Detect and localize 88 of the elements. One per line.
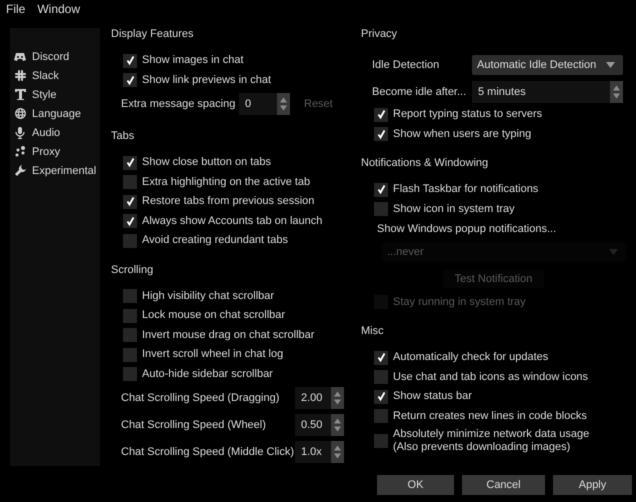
stepper-arrows[interactable]	[331, 414, 344, 436]
menu-item[interactable]: Window	[37, 2, 80, 16]
checkbox-label: Report typing status to servers	[393, 108, 542, 122]
checkbox-label: Automatically check for updates	[393, 351, 548, 364]
stepper-arrows[interactable]	[277, 92, 290, 114]
field-label: Become idle after...	[372, 86, 468, 98]
number-field[interactable]: 2.00	[295, 386, 331, 408]
caret-icon	[609, 249, 618, 255]
checkbox[interactable]	[374, 202, 388, 216]
checkbox-label: Invert mouse drag on chat scrollbar	[142, 328, 314, 342]
checkbox-label: High visibility chat scrollbar	[142, 290, 274, 303]
number-field[interactable]: 1.0x	[295, 440, 331, 462]
checkbox[interactable]	[123, 73, 137, 88]
checkbox-label: Auto-hide sidebar scrollbar	[142, 368, 273, 381]
checkbox-label: Show close button on tabs	[142, 156, 272, 170]
checkbox[interactable]	[123, 194, 137, 209]
checkbox[interactable]	[123, 175, 137, 190]
microphone-icon	[15, 126, 25, 138]
dots-icon	[14, 146, 26, 157]
checkbox[interactable]	[123, 54, 137, 68]
section-title: Display Features	[111, 27, 195, 42]
field-label: Chat Scrolling Speed (Middle Click)	[121, 446, 295, 458]
field-label: Extra message spacing	[121, 98, 236, 110]
section-title: Scrolling	[111, 262, 154, 278]
checkbox[interactable]	[374, 108, 388, 122]
checkbox-label: Return creates new lines in code blocks	[393, 410, 587, 423]
letter-t-icon	[14, 89, 26, 100]
checkbox[interactable]	[374, 350, 388, 365]
checkbox[interactable]	[123, 308, 137, 323]
number-field[interactable]: 0	[239, 92, 277, 114]
sidebar-item[interactable]: Proxy	[32, 146, 60, 158]
checkbox-label: Flash Taskbar for notifications	[393, 183, 538, 196]
checkbox-label: Absolutely minimize network data usage (Also prevents downloading images)	[393, 428, 590, 454]
field-label: Chat Scrolling Speed (Dragging)	[121, 392, 280, 404]
checkbox[interactable]	[374, 390, 388, 404]
checkbox-label: Show link previews in chat	[142, 74, 272, 87]
checkbox[interactable]	[123, 348, 137, 362]
checkbox[interactable]	[123, 328, 137, 342]
checkbox-label: Use chat and tab icons as window icons	[393, 370, 588, 384]
checkbox[interactable]	[374, 370, 388, 384]
caret-icon	[606, 62, 615, 68]
checkbox[interactable]	[374, 182, 388, 197]
checkbox-label: Lock mouse on chat scrollbar	[142, 309, 286, 322]
number-field[interactable]: 5 minutes	[472, 80, 610, 102]
field-label: Chat Scrolling Speed (Wheel)	[121, 418, 267, 430]
checkbox-label: Avoid creating redundant tabs	[142, 234, 288, 248]
checkbox-label: Show when users are typing	[393, 128, 532, 141]
checkbox[interactable]	[123, 289, 137, 304]
checkbox[interactable]	[374, 409, 388, 424]
controller-icon	[14, 52, 26, 62]
checkbox-label: Stay running in system tray	[393, 296, 526, 309]
stepper-arrows[interactable]	[610, 80, 623, 102]
sidebar-item[interactable]: Audio	[32, 126, 60, 138]
checkbox-label: Show icon in system tray	[393, 202, 515, 216]
section-title: Tabs	[111, 129, 136, 144]
checkbox-label: Restore tabs from previous session	[142, 195, 314, 208]
checkbox[interactable]	[123, 156, 137, 170]
dialog-button[interactable]: Apply	[553, 475, 632, 495]
globe-icon	[14, 108, 26, 119]
section-title: Misc	[361, 324, 385, 339]
sidebar-item[interactable]: Slack	[32, 70, 59, 82]
checkbox[interactable]	[123, 367, 137, 382]
checkbox-label: Show images in chat	[142, 54, 244, 68]
hash-icon	[14, 70, 26, 81]
sidebar-item[interactable]: Experimental	[32, 164, 96, 176]
stepper-arrows[interactable]	[331, 386, 344, 408]
checkbox[interactable]	[374, 127, 388, 142]
section-title: Notifications & Windowing	[361, 156, 490, 171]
sidebar-item[interactable]: Style	[32, 88, 56, 100]
checkbox-label: Extra highlighting on the active tab	[142, 176, 310, 189]
checkbox-label: Always show Accounts tab on launch	[142, 214, 322, 228]
checkbox[interactable]	[374, 434, 388, 448]
sidebar-item[interactable]: Discord	[32, 50, 70, 62]
stepper-arrows[interactable]	[331, 440, 344, 462]
section-label: Show Windows popup notifications...	[377, 222, 556, 235]
dropdown[interactable]: Automatic Idle Detection	[472, 54, 623, 74]
menu-item[interactable]: File	[6, 2, 26, 16]
sidebar-item[interactable]: Language	[32, 108, 81, 120]
number-field[interactable]: 0.50	[295, 414, 331, 436]
checkbox[interactable]	[123, 234, 137, 248]
dialog-button[interactable]: OK	[377, 475, 454, 495]
dialog-button[interactable]: Cancel	[462, 475, 545, 495]
wrench-icon	[14, 165, 26, 176]
section-title: Privacy	[361, 27, 398, 42]
field-label: Idle Detection	[372, 58, 440, 70]
checkbox[interactable]	[123, 214, 137, 228]
checkbox-label: Invert scroll wheel in chat log	[142, 348, 284, 362]
checkbox-label: Show status bar	[393, 390, 472, 404]
